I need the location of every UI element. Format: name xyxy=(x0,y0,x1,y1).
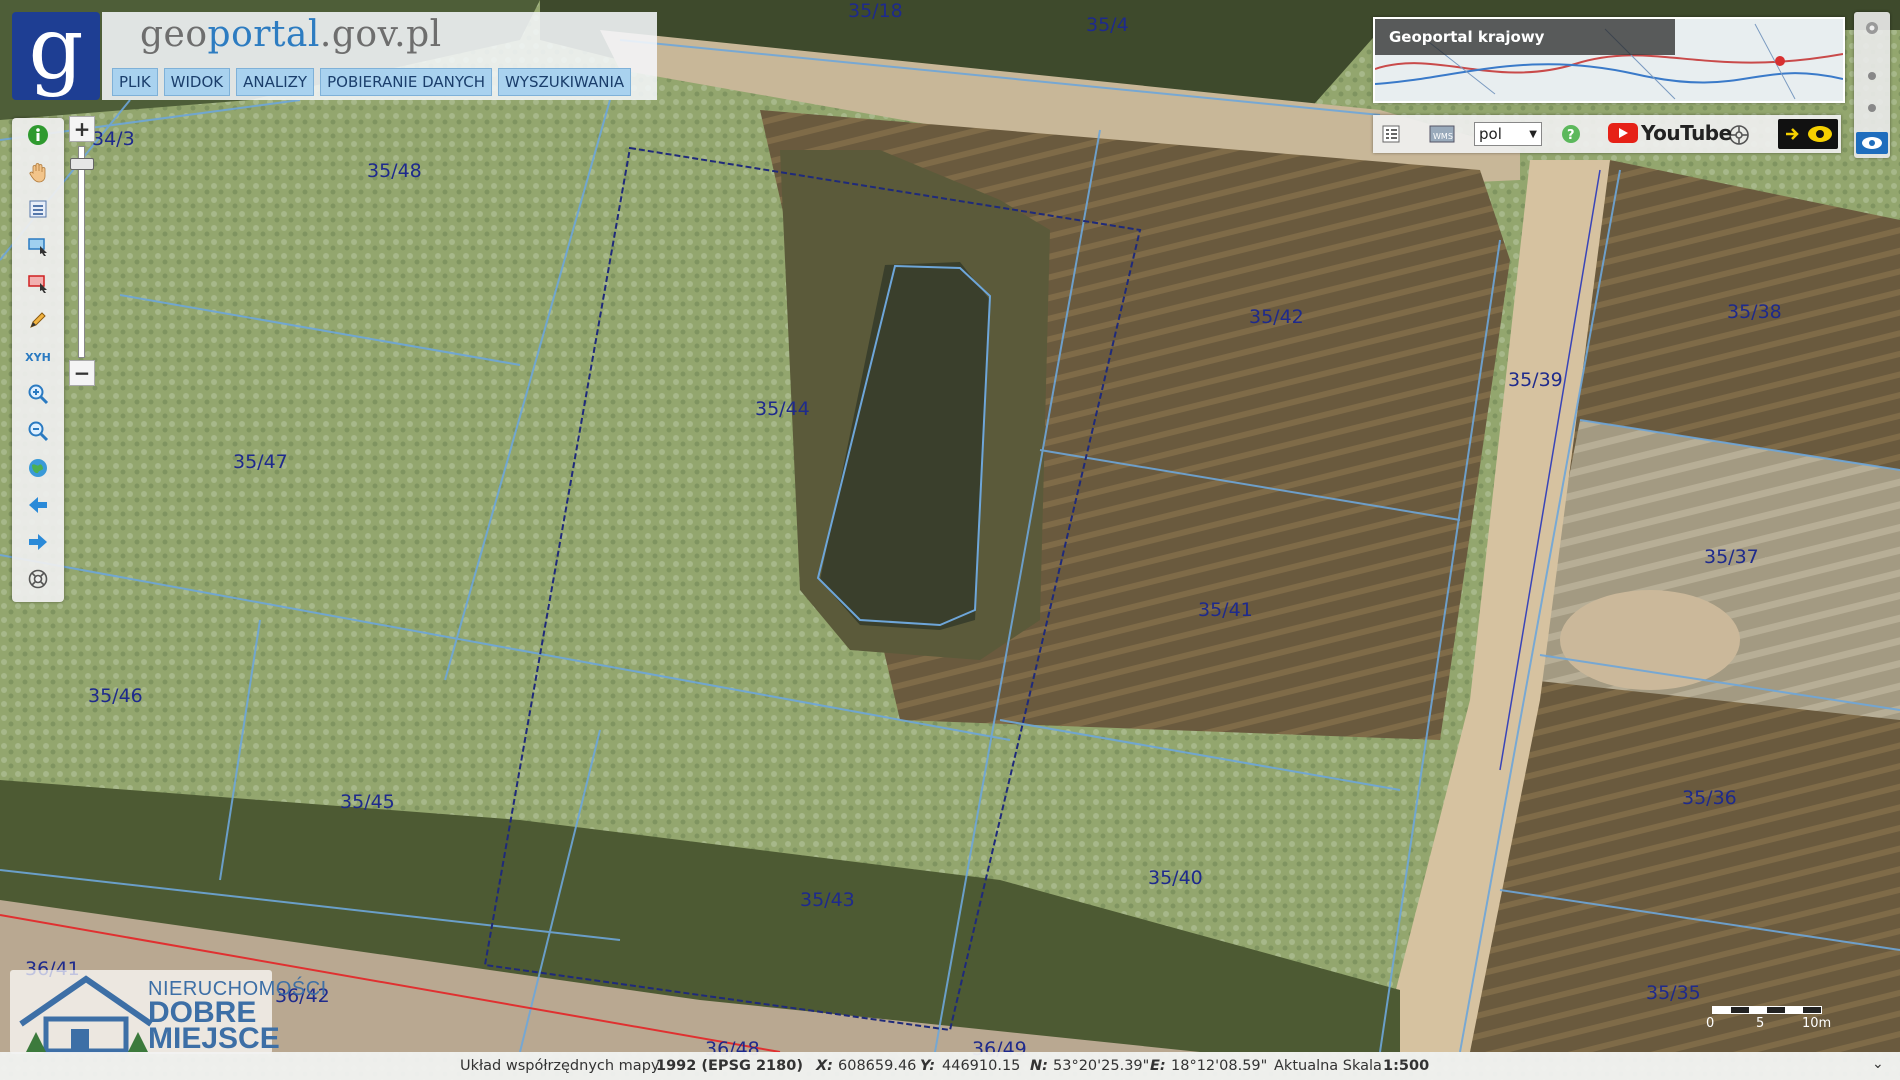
chevron-down-icon: ▼ xyxy=(1529,128,1537,140)
parcel-label: 35/42 xyxy=(1249,306,1304,328)
select-rect-red-icon[interactable] xyxy=(25,270,51,296)
menu-pobieranie-danych[interactable]: POBIERANIE DANYCH xyxy=(320,68,492,96)
globe-icon[interactable] xyxy=(25,455,51,481)
e-label: E: xyxy=(1150,1058,1166,1074)
accessibility-contrast-button[interactable] xyxy=(1778,119,1838,149)
youtube-play-icon xyxy=(1608,123,1638,143)
parcel-label: 35/43 xyxy=(800,889,855,911)
zoom-minus-button[interactable]: − xyxy=(69,360,95,386)
parcel-label: 35/35 xyxy=(1646,982,1701,1004)
logo-g-icon: g xyxy=(28,0,84,99)
parcel-label: 35/46 xyxy=(88,685,143,707)
x-label: X: xyxy=(816,1058,833,1074)
site-title: geoportal.gov.pl xyxy=(140,14,442,55)
info-icon[interactable] xyxy=(25,122,51,148)
menu-plik[interactable]: PLIK xyxy=(112,68,158,96)
svg-text:WMS: WMS xyxy=(1433,132,1453,141)
main-menu: PLIK WIDOK ANALIZY POBIERANIE DANYCH WYS… xyxy=(112,68,632,96)
svg-text:?: ? xyxy=(1567,128,1575,143)
crs-value: 1992 (EPSG 2180) xyxy=(656,1058,803,1074)
eye-icon[interactable] xyxy=(1856,132,1888,154)
scale-value: 1:500 xyxy=(1383,1058,1430,1074)
parcel-label: 35/37 xyxy=(1704,546,1759,568)
status-bar: Układ współrzędnych mapy 1992 (EPSG 2180… xyxy=(0,1052,1900,1080)
watermark-line-3: MIEJSCE xyxy=(148,1022,280,1055)
parcel-label: 35/44 xyxy=(755,398,810,420)
site-title-accent: portal xyxy=(207,14,320,55)
n-label: N: xyxy=(1030,1058,1048,1074)
forward-arrow-icon[interactable] xyxy=(25,529,51,555)
left-toolbar: XYH xyxy=(12,118,64,602)
zoom-slider-handle[interactable] xyxy=(70,158,94,170)
zoom-out-icon[interactable] xyxy=(25,418,51,444)
expand-chevron-icon[interactable]: ⌄ xyxy=(1872,1056,1884,1072)
youtube-link[interactable]: YouTube xyxy=(1608,121,1732,145)
house-logo-icon xyxy=(19,975,153,1054)
menu-analizy[interactable]: ANALIZY xyxy=(236,68,315,96)
help-circle-icon[interactable] xyxy=(25,566,51,592)
help-icon[interactable]: ? xyxy=(1561,124,1581,144)
y-value: 446910.15 xyxy=(942,1058,1021,1074)
scale-label: Aktualna Skala xyxy=(1274,1058,1382,1074)
parcel-label: 35/38 xyxy=(1727,301,1782,323)
parcel-label: 34/3 xyxy=(92,128,135,150)
parcel-label: 35/40 xyxy=(1148,867,1203,889)
overview-map[interactable]: Geoportal krajowy xyxy=(1373,17,1845,103)
select-rect-icon[interactable] xyxy=(25,233,51,259)
scale-bar xyxy=(1712,1006,1822,1014)
parcel-label: 35/36 xyxy=(1682,787,1737,809)
scale-label-5: 5 xyxy=(1756,1016,1765,1031)
zoom-slider-track[interactable] xyxy=(78,146,85,358)
site-title-suffix: .gov.pl xyxy=(319,14,442,55)
legend-icon[interactable] xyxy=(1381,124,1401,144)
parcel-label: 35/4 xyxy=(1086,14,1129,36)
menu-wyszukiwania[interactable]: WYSZUKIWANIA xyxy=(497,68,632,96)
back-arrow-icon[interactable] xyxy=(25,492,51,518)
parcel-label: 35/18 xyxy=(848,0,903,22)
n-value: 53°20'25.39" xyxy=(1053,1058,1150,1074)
panel-dot-icon[interactable] xyxy=(1868,104,1876,112)
youtube-label: YouTube xyxy=(1641,121,1732,145)
zoom-plus-button[interactable]: + xyxy=(69,116,95,142)
e-value: 18°12'08.59" xyxy=(1171,1058,1268,1074)
parcel-label: 35/39 xyxy=(1508,369,1563,391)
overview-title: Geoportal krajowy xyxy=(1375,19,1675,55)
panel-dot-icon[interactable] xyxy=(1868,72,1876,80)
language-select[interactable]: pol ▼ xyxy=(1474,122,1542,146)
crs-label: Układ współrzędnych mapy xyxy=(460,1058,660,1074)
menu-widok[interactable]: WIDOK xyxy=(163,68,231,96)
parcel-label: 35/47 xyxy=(233,451,288,473)
geoportal-logo[interactable]: g xyxy=(12,6,100,100)
hand-pan-icon[interactable] xyxy=(25,159,51,185)
right-toolbar: WMS ? xyxy=(1373,115,1841,153)
map-view[interactable]: 35/18 35/4 34/3 35/48 35/47 35/44 35/42 … xyxy=(0,0,1900,1080)
layers-list-icon[interactable] xyxy=(25,196,51,222)
site-title-prefix: geo xyxy=(140,14,208,55)
right-side-panel xyxy=(1854,12,1890,158)
scale-label-0: 0 xyxy=(1706,1016,1715,1031)
scale-label-10m: 10m xyxy=(1802,1016,1832,1031)
wms-icon[interactable]: WMS xyxy=(1429,122,1455,146)
xyh-icon[interactable]: XYH xyxy=(25,344,51,370)
parcel-label: 35/41 xyxy=(1198,599,1253,621)
parcel-label: 35/45 xyxy=(340,791,395,813)
gear-icon[interactable] xyxy=(1862,18,1882,38)
x-value: 608659.46 xyxy=(838,1058,917,1074)
y-label: Y: xyxy=(920,1058,936,1074)
zoom-in-icon[interactable] xyxy=(25,381,51,407)
pencil-icon[interactable] xyxy=(25,307,51,333)
parcel-label: 35/48 xyxy=(367,160,422,182)
xyh-label: XYH xyxy=(25,350,51,364)
language-value: pol xyxy=(1479,125,1502,143)
